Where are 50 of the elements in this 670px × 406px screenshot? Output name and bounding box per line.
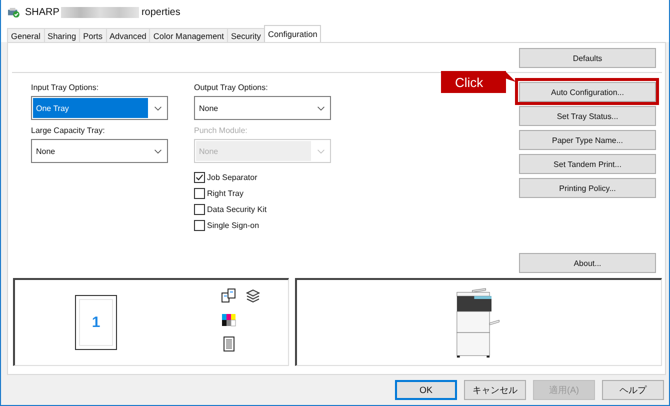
side-button[interactable]: Auto Configuration... bbox=[519, 82, 656, 102]
side-button[interactable]: Printing Policy... bbox=[519, 178, 656, 198]
checkbox-label: Job Separator bbox=[207, 173, 258, 182]
dropdown-value: None bbox=[35, 146, 56, 158]
dialog-button[interactable]: ヘルプ bbox=[602, 380, 664, 400]
printer-icon bbox=[7, 6, 20, 18]
checkbox[interactable] bbox=[194, 220, 205, 231]
dialog-button[interactable]: キャンセル bbox=[464, 380, 526, 400]
tab[interactable]: Configuration bbox=[264, 25, 322, 42]
document-icon bbox=[221, 336, 237, 352]
tab[interactable]: Ports bbox=[79, 28, 107, 42]
dropdown[interactable]: None bbox=[194, 96, 331, 120]
tab[interactable]: Security bbox=[226, 28, 265, 42]
checkbox[interactable] bbox=[194, 172, 205, 183]
chevron-down-icon bbox=[154, 148, 162, 154]
checkbox-label: Right Tray bbox=[207, 189, 244, 198]
tab[interactable]: Color Management bbox=[149, 28, 228, 42]
tab[interactable]: Advanced bbox=[106, 28, 150, 42]
defaults-button[interactable]: Defaults bbox=[519, 48, 656, 68]
window-title: roperties bbox=[141, 6, 180, 18]
side-button[interactable]: Set Tandem Print... bbox=[519, 154, 656, 174]
dropdown[interactable]: None bbox=[31, 139, 168, 163]
dropdown-value: None bbox=[196, 141, 311, 161]
copies-icon bbox=[221, 288, 237, 304]
color-grid-icon bbox=[221, 312, 237, 328]
dropdown-value: None bbox=[198, 102, 220, 114]
tab[interactable]: Sharing bbox=[44, 28, 80, 42]
dialog-button[interactable]: OK bbox=[395, 380, 457, 400]
chevron-down-icon bbox=[154, 106, 162, 110]
page-number: 1 bbox=[92, 314, 100, 331]
tab[interactable]: General bbox=[7, 28, 45, 42]
callout-pointer bbox=[506, 71, 516, 83]
side-button[interactable]: Paper Type Name... bbox=[519, 130, 656, 150]
field-label: Output Tray Options: bbox=[194, 83, 269, 93]
checkbox-label: Single Sign-on bbox=[207, 221, 260, 230]
side-button[interactable]: Set Tray Status... bbox=[519, 106, 656, 126]
about-button[interactable]: About... bbox=[519, 253, 656, 273]
chevron-down-icon bbox=[317, 106, 325, 110]
dropdown-value: One Tray bbox=[33, 98, 148, 118]
callout-label: Click bbox=[441, 71, 506, 93]
paper-stack-icon bbox=[245, 288, 261, 304]
window-title: SHARP bbox=[25, 6, 60, 18]
field-label: Large Capacity Tray: bbox=[31, 126, 106, 136]
field-label: Punch Module: bbox=[194, 126, 248, 136]
chevron-down-icon bbox=[317, 148, 325, 154]
checkbox[interactable] bbox=[194, 204, 205, 215]
field-label: Input Tray Options: bbox=[31, 83, 100, 93]
checkbox-label: Data Security Kit bbox=[207, 205, 267, 214]
dropdown[interactable]: One Tray bbox=[31, 96, 168, 120]
checkbox[interactable] bbox=[194, 188, 205, 199]
